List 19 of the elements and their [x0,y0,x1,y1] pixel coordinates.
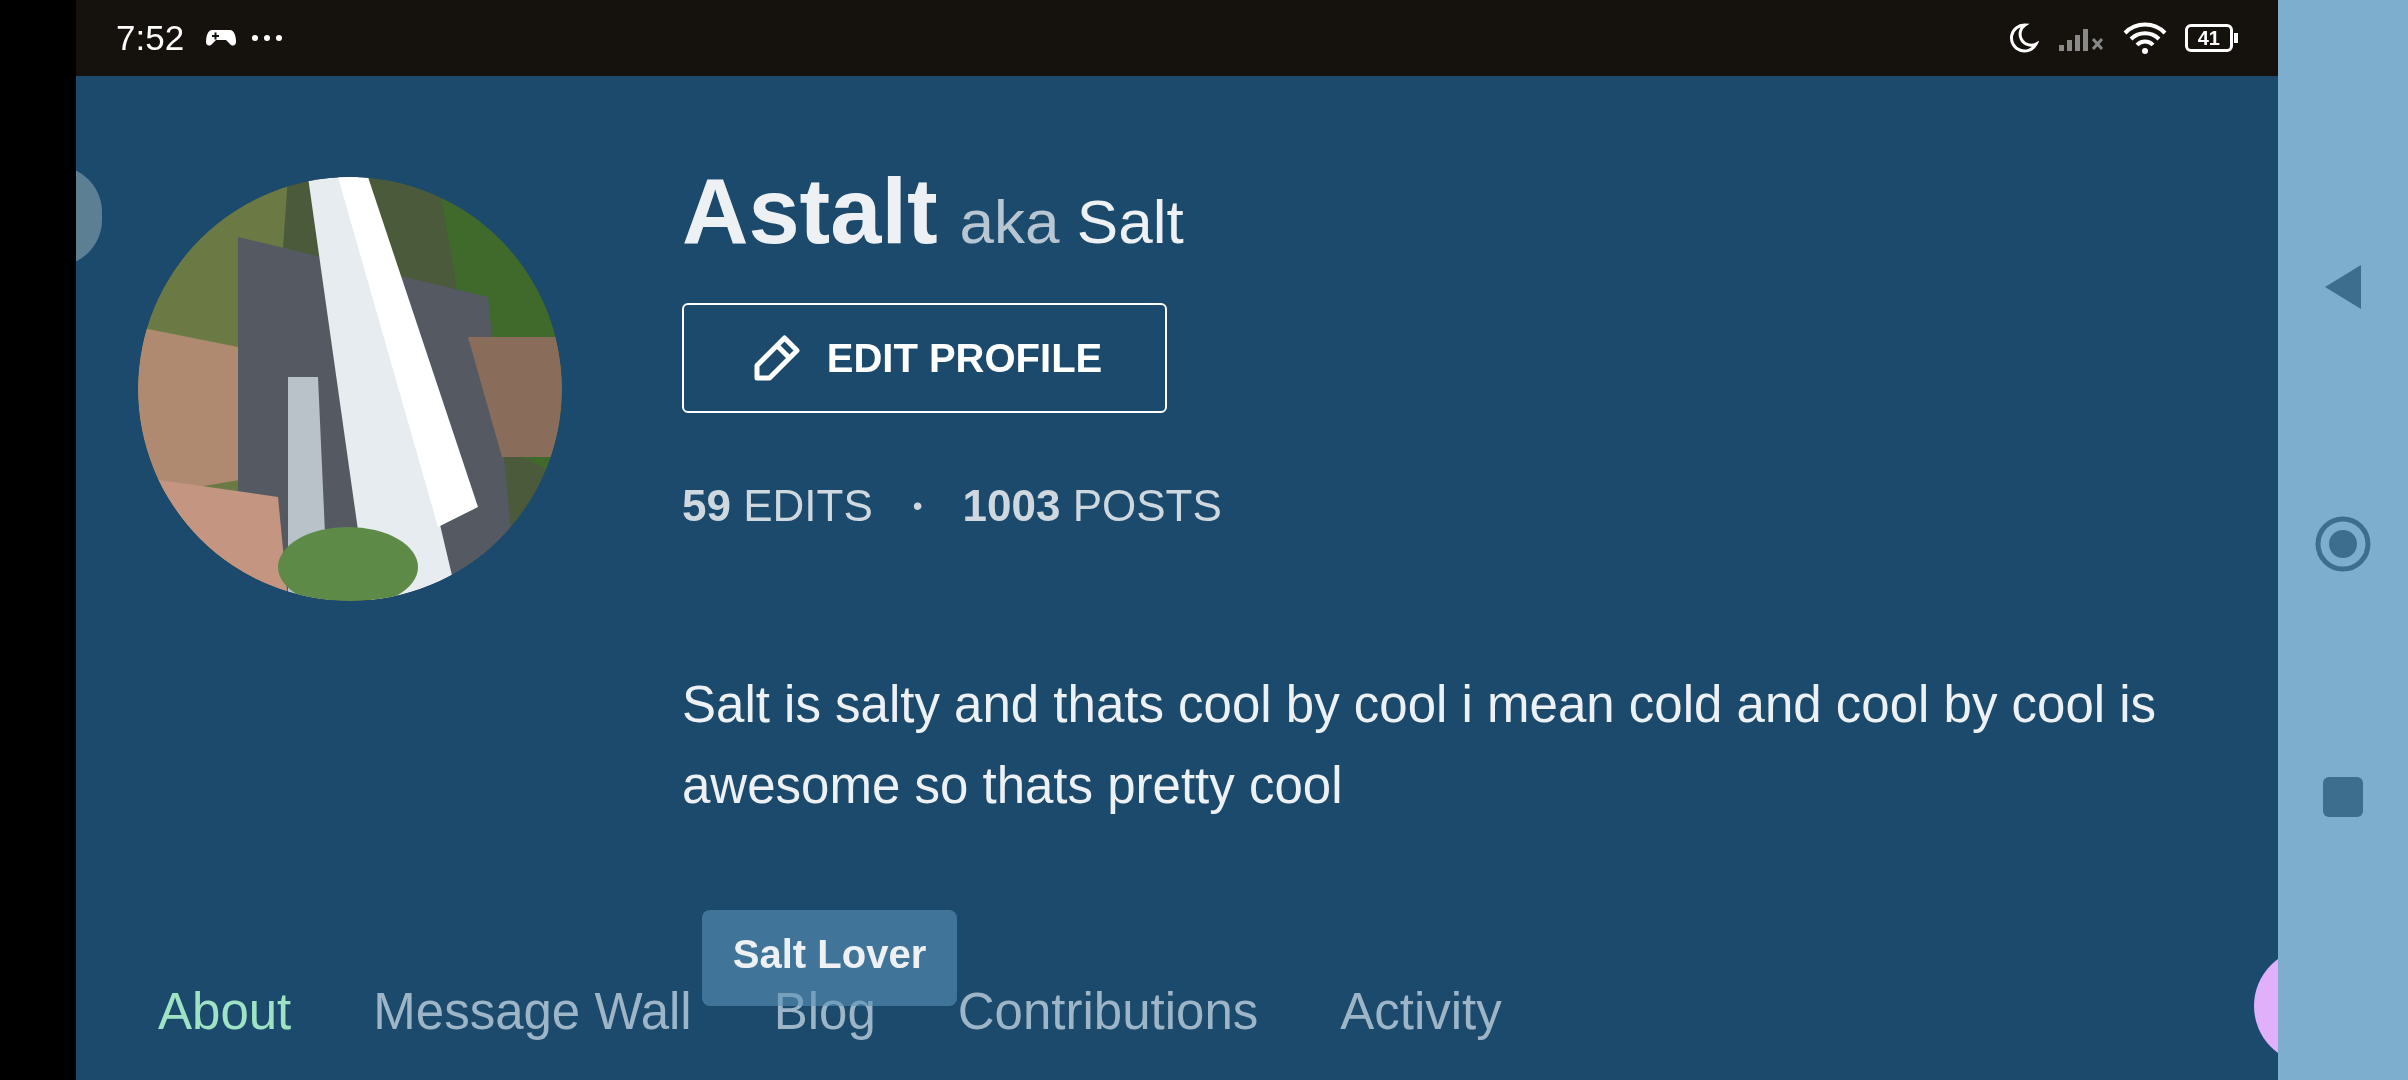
home-icon[interactable] [2315,516,2371,572]
edits-count: 59 EDITS [682,480,873,532]
status-time: 7:52 [116,16,185,59]
separator: • [912,489,923,523]
bio-text: Salt is salty and thats cool by cool i mean cold and cool by cool is awesome so thats pretty cool [682,675,2158,816]
gamepad-icon [206,28,237,48]
profile-tab[interactable]: Contributions [957,973,1259,1050]
profile-tab[interactable]: About [158,973,292,1050]
back-icon[interactable] [2323,262,2363,311]
profile-tab[interactable]: Activity [1340,973,1502,1050]
more-icon [252,35,283,41]
recents-icon[interactable] [2323,777,2363,818]
aka-label: aka [959,187,1060,256]
profile-name: Astalt [682,165,938,257]
posts-count: 1003 POSTS [962,480,1222,532]
profile-tab[interactable]: Message Wall [373,973,692,1050]
wifi-icon [2122,21,2167,55]
edit-profile-button[interactable]: EDIT PROFILE [682,303,1167,413]
nickname: Salt [1076,187,1184,256]
